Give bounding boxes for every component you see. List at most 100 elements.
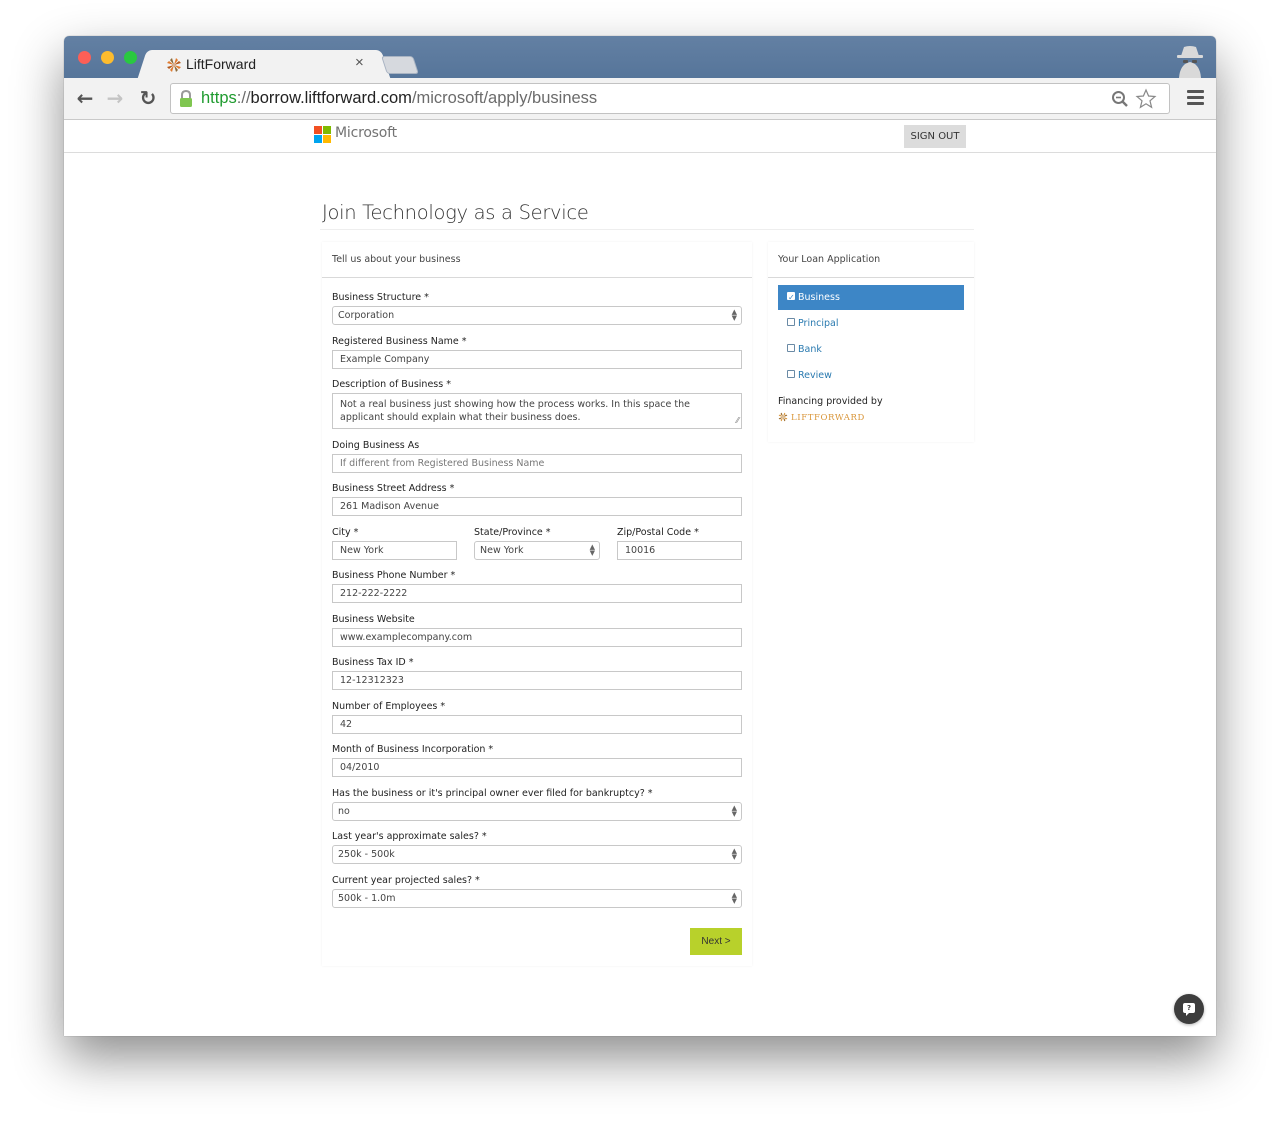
state-select[interactable]: New York ▲ ▼	[474, 541, 600, 560]
projected-sales-select[interactable]: 500k - 1.0m ▲ ▼	[332, 889, 742, 908]
financing-text: Financing provided by	[778, 396, 883, 407]
forward-arrow-icon[interactable]: →	[104, 87, 126, 109]
form-heading: Tell us about your business	[332, 254, 461, 265]
url-path: /microsoft/apply/business	[411, 89, 598, 107]
select-arrows-icon: ▲ ▼	[589, 543, 595, 557]
reload-icon[interactable]: ↻	[137, 87, 159, 109]
form-heading-divider	[322, 277, 752, 278]
step-label: Principal	[798, 318, 839, 329]
new-tab-button[interactable]	[381, 56, 419, 74]
bookmark-star-icon[interactable]	[1135, 88, 1157, 110]
projected-sales-label: Current year projected sales? *	[332, 875, 480, 886]
bankruptcy-select[interactable]: no ▲ ▼	[332, 802, 742, 821]
title-divider	[320, 229, 974, 230]
select-arrows-icon: ▲ ▼	[731, 804, 737, 818]
zip-input[interactable]: 10016	[617, 541, 742, 560]
step-label: Business	[798, 292, 840, 303]
state-label: State/Province *	[474, 527, 551, 538]
url-text[interactable]: https://borrow.liftforward.com/microsoft…	[201, 89, 597, 108]
loan-application-sidebar: Your Loan Application Business Principal…	[768, 242, 974, 442]
last-sales-select[interactable]: 250k - 500k ▲ ▼	[332, 845, 742, 864]
step-label: Review	[798, 370, 832, 381]
select-arrows-icon: ▲ ▼	[731, 308, 737, 322]
registered-name-input[interactable]: Example Company	[332, 350, 742, 369]
city-label: City *	[332, 527, 359, 538]
street-address-label: Business Street Address *	[332, 483, 455, 494]
description-label: Description of Business *	[332, 379, 451, 390]
sidebar-step-bank[interactable]: Bank	[778, 337, 964, 362]
sidebar-step-review[interactable]: Review	[778, 363, 964, 388]
phone-input[interactable]: 212-222-2222	[332, 584, 742, 603]
zoom-out-icon[interactable]	[1111, 90, 1129, 108]
browser-menu-icon[interactable]	[1187, 90, 1204, 106]
browser-window: LiftForward × ← → ↻ https://borrow.liftf…	[64, 36, 1216, 1036]
unchecked-checkbox-icon	[787, 318, 795, 326]
sign-out-button[interactable]: SIGN OUT	[904, 125, 966, 148]
page-title: Join Technology as a Service	[322, 201, 589, 224]
unchecked-checkbox-icon	[787, 370, 795, 378]
sidebar-step-principal[interactable]: Principal	[778, 311, 964, 336]
browser-toolbar: ← → ↻ https://borrow.liftforward.com/mic…	[64, 78, 1216, 120]
help-chat-button[interactable]: ?	[1174, 994, 1204, 1024]
last-sales-label: Last year's approximate sales? *	[332, 831, 487, 842]
phone-label: Business Phone Number *	[332, 570, 456, 581]
dba-label: Doing Business As	[332, 440, 420, 451]
site-header: Microsoft SIGN OUT	[64, 120, 1216, 153]
employees-input[interactable]: 42	[332, 715, 742, 734]
incognito-icon	[1177, 46, 1203, 78]
sidebar-step-business[interactable]: Business	[778, 285, 964, 310]
business-structure-value: Corporation	[338, 310, 395, 321]
liftforward-favicon-icon	[167, 58, 181, 72]
url-host: borrow.liftforward.com	[250, 89, 412, 107]
website-input[interactable]: www.examplecompany.com	[332, 628, 742, 647]
bankruptcy-value: no	[338, 806, 350, 817]
incorporation-label: Month of Business Incorporation *	[332, 744, 494, 755]
state-value: New York	[480, 545, 524, 556]
website-label: Business Website	[332, 614, 415, 625]
tab-title: LiftForward	[186, 56, 257, 72]
select-arrows-icon: ▲ ▼	[731, 847, 737, 861]
city-input[interactable]: New York	[332, 541, 457, 560]
tab-close-icon[interactable]: ×	[355, 54, 364, 71]
title-bar: LiftForward ×	[64, 36, 1216, 80]
checked-checkbox-icon	[787, 285, 795, 310]
dba-input[interactable]: If different from Registered Business Na…	[332, 454, 742, 473]
brand-name: Microsoft	[335, 125, 397, 141]
unchecked-checkbox-icon	[787, 344, 795, 352]
business-structure-select[interactable]: Corporation ▲ ▼	[332, 306, 742, 325]
street-address-input[interactable]: 261 Madison Avenue	[332, 497, 742, 516]
projected-sales-value: 500k - 1.0m	[338, 893, 396, 904]
tax-id-label: Business Tax ID *	[332, 657, 414, 668]
business-form-panel: Tell us about your business Business Str…	[322, 242, 752, 966]
microsoft-logo-icon	[314, 126, 331, 143]
liftforward-logo-icon	[778, 412, 788, 422]
url-scheme: https	[201, 89, 237, 107]
maximize-window-button[interactable]	[124, 51, 137, 64]
minimize-window-button[interactable]	[101, 51, 114, 64]
step-label: Bank	[798, 344, 822, 355]
address-bar[interactable]: https://borrow.liftforward.com/microsoft…	[170, 83, 1170, 114]
browser-tab-active[interactable]: LiftForward ×	[150, 50, 378, 80]
description-textarea[interactable]: Not a real business just showing how the…	[332, 393, 742, 429]
url-separator: ://	[236, 89, 251, 107]
registered-name-label: Registered Business Name *	[332, 336, 467, 347]
close-window-button[interactable]	[78, 51, 91, 64]
last-sales-value: 250k - 500k	[338, 849, 395, 860]
sidebar-divider	[768, 277, 974, 278]
lock-icon	[180, 90, 192, 107]
bankruptcy-label: Has the business or it's principal owner…	[332, 788, 653, 799]
employees-label: Number of Employees *	[332, 701, 446, 712]
page-viewport: Microsoft SIGN OUT Join Technology as a …	[64, 120, 1216, 1036]
chat-bubble-icon: ?	[1183, 1003, 1195, 1016]
zip-label: Zip/Postal Code *	[617, 527, 699, 538]
back-arrow-icon[interactable]: ←	[74, 87, 96, 109]
liftforward-logo: LiftForward	[778, 412, 865, 423]
liftforward-wordmark: LiftForward	[791, 413, 865, 423]
tax-id-input[interactable]: 12-12312323	[332, 671, 742, 690]
next-button[interactable]: Next >	[690, 928, 742, 955]
description-value: Not a real business just showing how the…	[340, 399, 690, 423]
select-arrows-icon: ▲ ▼	[731, 891, 737, 905]
incorporation-input[interactable]: 04/2010	[332, 758, 742, 777]
business-structure-label: Business Structure *	[332, 292, 429, 303]
resize-handle-icon[interactable]: ⁄⁄	[736, 414, 739, 427]
